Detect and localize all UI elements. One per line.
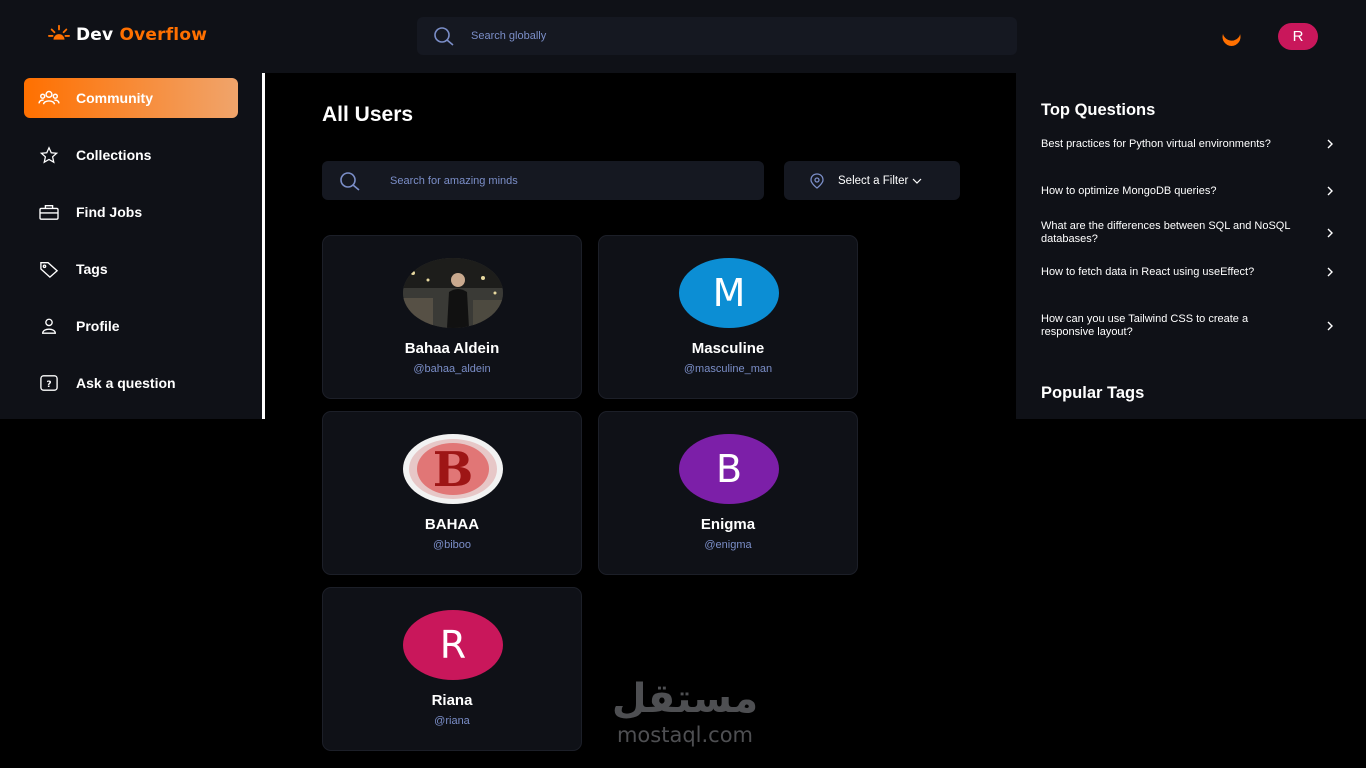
question-text: How can you use Tailwind CSS to create a… (1041, 313, 1249, 338)
avatar-initial: M (712, 271, 746, 315)
user-card-bahaa-aldein[interactable]: Bahaa Aldein @bahaa_aldein (322, 235, 582, 399)
watermark-arabic: مستقل (611, 676, 759, 722)
right-sidebar: Top Questions Best practices for Python … (1016, 73, 1366, 419)
top-navbar: Dev Overflow R (0, 0, 1366, 73)
user-avatar-logo: B (403, 434, 503, 504)
user-name: Masculine (691, 340, 765, 357)
watermark: مستقل mostaql.com (600, 675, 770, 755)
question-text: How to optimize MongoDB queries? (1041, 185, 1217, 197)
avatar-initial: R (439, 623, 467, 667)
sidebar-item-label: Collections (76, 147, 152, 163)
chevron-down-icon (912, 178, 922, 184)
user-photo (403, 258, 503, 328)
top-questions-title: Top Questions (1041, 101, 1156, 119)
filter-select[interactable]: Select a Filter (784, 161, 960, 200)
user-avatar-initial: B (679, 434, 779, 504)
sidebar-item-label: Tags (76, 261, 108, 277)
tag-icon (40, 262, 59, 278)
app-logo[interactable]: Dev Overflow (48, 24, 207, 46)
question-item[interactable]: How can you use Tailwind CSS to create a… (1041, 313, 1336, 338)
filter-label: Select a Filter (838, 174, 909, 187)
sidebar-item-label: Find Jobs (76, 204, 143, 220)
question-text: What are the differences between SQL and… (1041, 220, 1291, 245)
question-item[interactable]: What are the differences between SQL and… (1041, 220, 1336, 245)
chevron-right-icon (1327, 267, 1333, 277)
global-search-bar[interactable] (417, 17, 1017, 55)
user-card-bahaa[interactable]: B BAHAA @biboo (322, 411, 582, 575)
search-icon (340, 171, 360, 191)
sidebar-divider (262, 73, 265, 419)
location-pin-icon (810, 172, 824, 189)
b-logo-image: B (409, 439, 497, 499)
logo-sun-icon (48, 24, 70, 40)
user-card-masculine[interactable]: M Masculine @masculine_man (598, 235, 858, 399)
logo-text-overflow: Overflow (119, 25, 208, 45)
avatar-initial: B (715, 447, 743, 491)
chevron-right-icon (1327, 228, 1333, 237)
user-handle[interactable]: @biboo (323, 539, 581, 551)
sidebar-item-label: Profile (76, 318, 120, 334)
sidebar-item-profile[interactable]: Profile (24, 306, 238, 346)
user-search-bar[interactable] (322, 161, 764, 200)
question-item[interactable]: How to fetch data in React using useEffe… (1041, 266, 1336, 279)
sidebar-item-community[interactable]: Community (24, 78, 238, 118)
user-card-enigma[interactable]: B Enigma @enigma (598, 411, 858, 575)
briefcase-icon (39, 205, 59, 220)
question-text: How to fetch data in React using useEffe… (1041, 266, 1255, 278)
user-handle[interactable]: @enigma (599, 539, 857, 551)
chevron-right-icon (1327, 186, 1333, 196)
star-icon (39, 146, 59, 164)
sidebar-item-label: Ask a question (76, 375, 176, 391)
sidebar-item-collections[interactable]: Collections (24, 135, 238, 175)
logo-text-dev: Dev (76, 25, 114, 45)
chevron-right-icon (1327, 321, 1333, 330)
user-name: BAHAA (424, 516, 480, 533)
sidebar-item-tags[interactable]: Tags (24, 249, 238, 289)
user-search-input[interactable] (390, 174, 740, 187)
user-avatar-photo (403, 258, 503, 328)
user-avatar-initial: M (679, 258, 779, 328)
svg-text:?: ? (46, 380, 51, 390)
current-user-initial: R (1292, 28, 1304, 45)
question-text: Best practices for Python virtual enviro… (1041, 138, 1271, 150)
user-icon (42, 318, 56, 334)
global-search-input[interactable] (471, 30, 971, 42)
users-icon (38, 90, 60, 105)
user-name: Riana (431, 692, 473, 709)
search-icon (434, 27, 454, 46)
user-avatar-initial: R (403, 610, 503, 680)
user-handle[interactable]: @bahaa_aldein (323, 363, 581, 375)
question-item[interactable]: Best practices for Python virtual enviro… (1041, 138, 1336, 151)
sidebar-item-ask-question[interactable]: ? Ask a question (24, 363, 238, 403)
sidebar-item-label: Community (76, 90, 153, 106)
user-name: Bahaa Aldein (404, 340, 500, 357)
b-logo-letter: B (433, 442, 474, 498)
chevron-right-icon (1327, 139, 1333, 149)
sidebar-item-find-jobs[interactable]: Find Jobs (24, 192, 238, 232)
user-card-riana[interactable]: R Riana @riana (322, 587, 582, 751)
question-item[interactable]: How to optimize MongoDB queries? (1041, 185, 1336, 198)
user-name: Enigma (700, 516, 756, 533)
question-icon: ? (40, 375, 58, 391)
moon-icon[interactable] (1220, 26, 1242, 46)
logo-text: Dev Overflow (76, 25, 207, 45)
current-user-avatar[interactable]: R (1278, 23, 1318, 50)
user-handle[interactable]: @masculine_man (599, 363, 857, 375)
user-handle[interactable]: @riana (323, 715, 581, 727)
page-title: All Users (322, 103, 414, 126)
popular-tags-title: Popular Tags (1041, 384, 1145, 402)
watermark-latin: mostaql.com (616, 723, 754, 747)
